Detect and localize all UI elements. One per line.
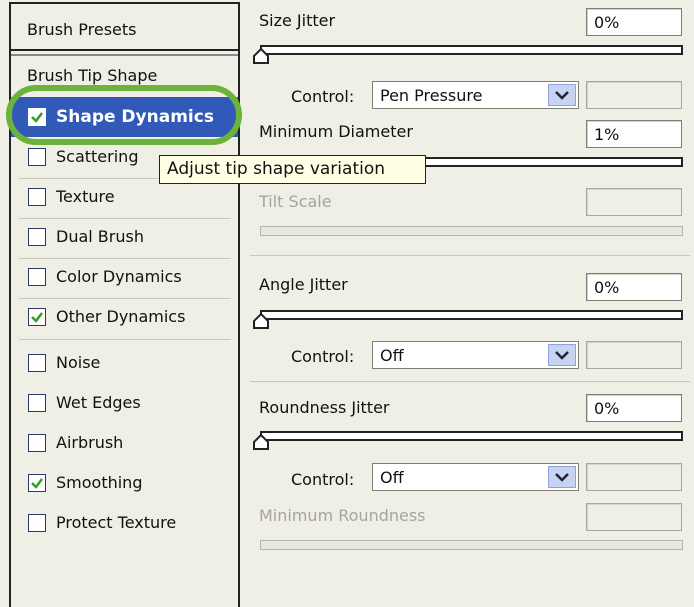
angle-jitter-slider[interactable] [260, 310, 683, 320]
divider [11, 54, 238, 56]
sidebar-item-smoothing[interactable]: Smoothing [11, 463, 238, 503]
tooltip: Adjust tip shape variation [159, 155, 426, 184]
checkmark-icon [31, 312, 43, 323]
roundness-control-label: Control: [291, 470, 355, 489]
roundness-jitter-label: Roundness Jitter [259, 398, 390, 417]
angle-control-extra-field [586, 341, 682, 369]
sidebar-item-label: Airbrush [56, 433, 124, 452]
sidebar-item-label: Other Dynamics [56, 307, 186, 326]
divider [250, 381, 690, 382]
min-roundness-field [586, 503, 682, 531]
sidebar-item-protect-texture[interactable]: Protect Texture [11, 503, 238, 543]
roundness-control-select[interactable]: Off [372, 463, 579, 491]
protect-texture-checkbox[interactable] [28, 514, 46, 532]
checkmark-icon [31, 478, 43, 489]
tilt-scale-slider [260, 226, 683, 236]
sidebar-item-label: Protect Texture [56, 513, 177, 532]
roundness-jitter-field[interactable]: 0% [586, 394, 682, 422]
angle-control-value: Off [380, 346, 404, 365]
chevron-down-icon[interactable] [548, 84, 576, 106]
sidebar-item-other-dynamics[interactable]: Other Dynamics [11, 297, 238, 337]
slider-thumb-icon[interactable] [252, 47, 272, 65]
sidebar-item-label: Dual Brush [56, 227, 144, 246]
scattering-checkbox[interactable] [28, 148, 46, 166]
sidebar-item-color-dynamics[interactable]: Color Dynamics [11, 257, 238, 297]
slider-thumb-icon[interactable] [252, 312, 272, 330]
tilt-scale-label: Tilt Scale [259, 192, 332, 211]
airbrush-checkbox[interactable] [28, 434, 46, 452]
size-jitter-label: Size Jitter [259, 11, 336, 30]
angle-control-select[interactable]: Off [372, 341, 579, 369]
divider [250, 255, 690, 256]
size-jitter-slider[interactable] [260, 45, 683, 55]
roundness-control-value: Off [380, 468, 404, 487]
sidebar-item-label: Color Dynamics [56, 267, 182, 286]
other-dynamics-checkbox[interactable] [28, 308, 46, 326]
sidebar-item-dual-brush[interactable]: Dual Brush [11, 217, 238, 257]
dual-brush-checkbox[interactable] [28, 228, 46, 246]
sidebar-item-label: Smoothing [56, 473, 143, 492]
roundness-jitter-slider[interactable] [260, 431, 683, 441]
size-control-label: Control: [291, 87, 355, 106]
min-diameter-field[interactable]: 1% [586, 120, 682, 148]
min-diameter-label: Minimum Diameter [259, 122, 413, 141]
sidebar-item-label: Scattering [56, 147, 139, 166]
texture-checkbox[interactable] [28, 188, 46, 206]
sidebar-item-noise[interactable]: Noise [11, 343, 238, 383]
sidebar-item-label: Brush Tip Shape [27, 66, 158, 85]
highlight-ring [6, 85, 242, 145]
min-roundness-label: Minimum Roundness [259, 506, 426, 525]
color-dynamics-checkbox[interactable] [28, 268, 46, 286]
slider-thumb-icon[interactable] [252, 433, 272, 451]
size-control-extra-field [586, 81, 682, 109]
noise-checkbox[interactable] [28, 354, 46, 372]
brush-presets-label: Brush Presets [27, 20, 137, 39]
brush-presets-button[interactable]: Brush Presets [11, 4, 238, 52]
size-jitter-field[interactable]: 0% [586, 8, 682, 36]
sidebar-item-label: Noise [56, 353, 101, 372]
roundness-control-extra-field [586, 463, 682, 491]
wet-edges-checkbox[interactable] [28, 394, 46, 412]
sidebar-item-label: Texture [56, 187, 115, 206]
sidebar-item-airbrush[interactable]: Airbrush [11, 423, 238, 463]
sidebar-item-wet-edges[interactable]: Wet Edges [11, 383, 238, 423]
chevron-down-icon[interactable] [548, 466, 576, 488]
angle-jitter-label: Angle Jitter [259, 275, 348, 294]
tilt-scale-field [586, 188, 682, 216]
angle-jitter-field[interactable]: 0% [586, 273, 682, 301]
size-control-select[interactable]: Pen Pressure [372, 81, 579, 109]
sidebar-item-label: Wet Edges [56, 393, 141, 412]
divider [19, 339, 231, 340]
min-roundness-slider [260, 540, 683, 550]
chevron-down-icon[interactable] [548, 344, 576, 366]
size-control-value: Pen Pressure [380, 86, 483, 105]
angle-control-label: Control: [291, 347, 355, 366]
smoothing-checkbox[interactable] [28, 474, 46, 492]
divider [11, 49, 238, 51]
